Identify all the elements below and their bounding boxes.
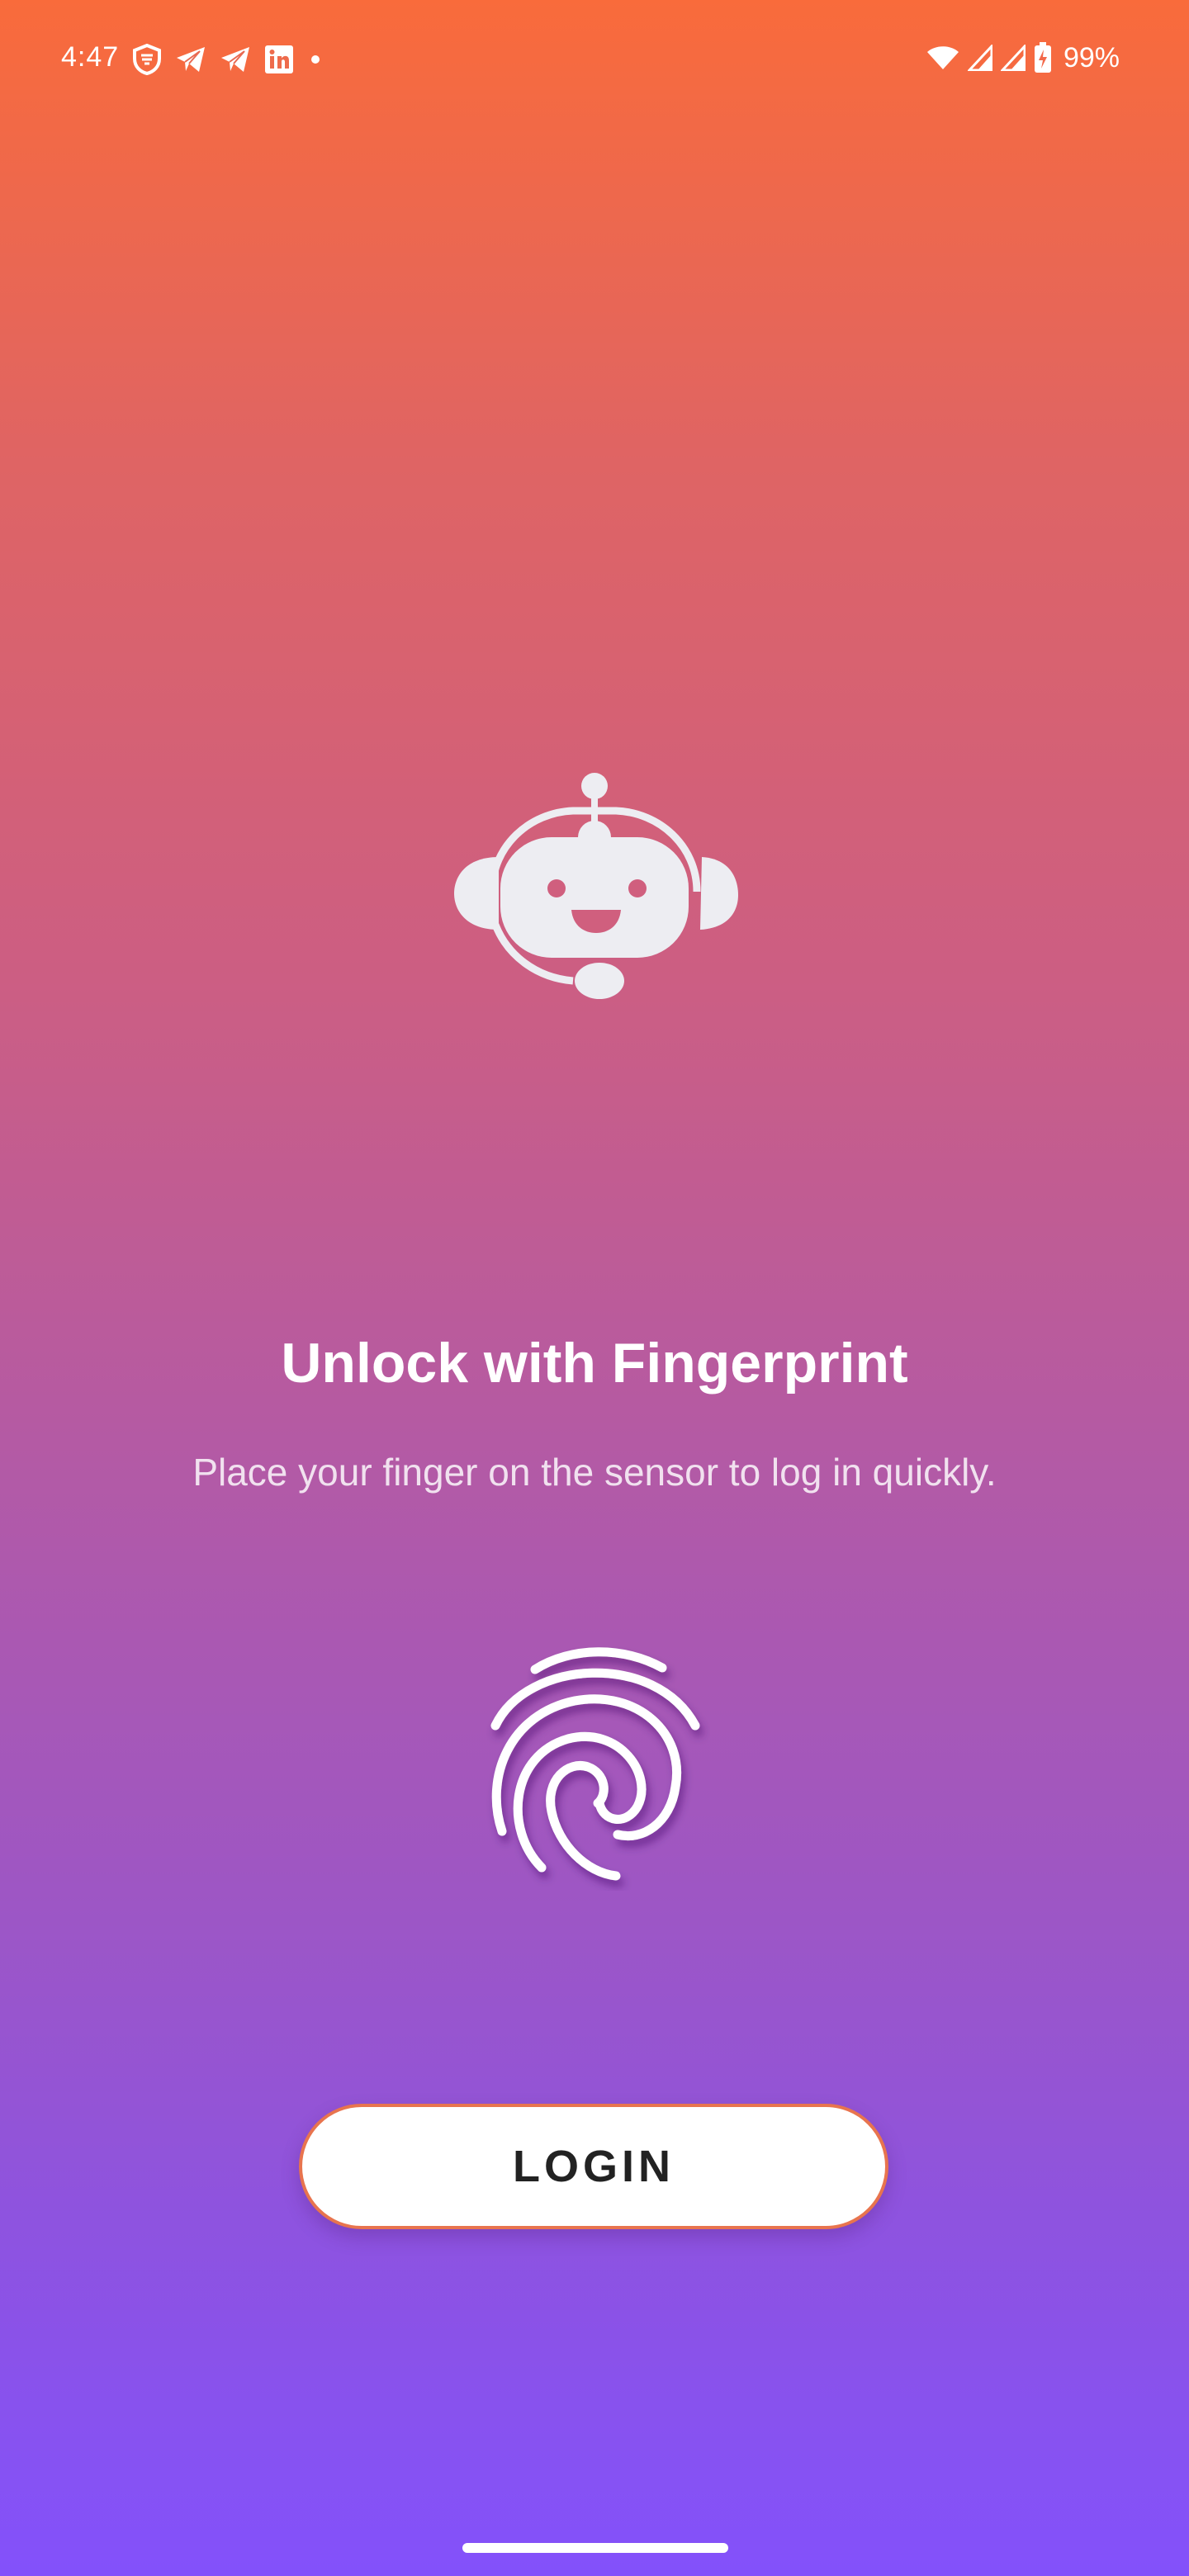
signal-icon	[967, 45, 992, 71]
status-time: 4:47	[61, 41, 120, 73]
page-subtitle: Place your finger on the sensor to log i…	[192, 1451, 997, 1494]
status-notification-icons	[132, 43, 324, 76]
fingerprint-login-screen: 4:47 99% Unlock with Fingerprint Place y…	[0, 0, 1189, 2576]
vpn-shield-icon	[133, 44, 161, 75]
home-gesture-bar[interactable]	[462, 2543, 728, 2553]
login-button-label: LOGIN	[513, 2142, 675, 2191]
robot-headset-icon	[454, 773, 738, 999]
status-bar: 4:47 99%	[0, 0, 1189, 122]
wifi-icon	[926, 46, 959, 69]
telegram-icon	[177, 47, 205, 72]
battery-percentage: 99%	[1063, 41, 1120, 73]
fingerprint-icon[interactable]	[479, 1635, 710, 1891]
page-title: Unlock with Fingerprint	[281, 1332, 908, 1395]
telegram-icon	[221, 47, 249, 72]
login-button[interactable]: LOGIN	[299, 2104, 888, 2229]
status-system-icons: 99%	[926, 40, 1120, 76]
signal-icon	[1000, 45, 1026, 71]
battery-charging-icon	[1034, 42, 1051, 73]
notification-dot-icon	[311, 55, 320, 64]
linkedin-icon	[265, 45, 293, 73]
